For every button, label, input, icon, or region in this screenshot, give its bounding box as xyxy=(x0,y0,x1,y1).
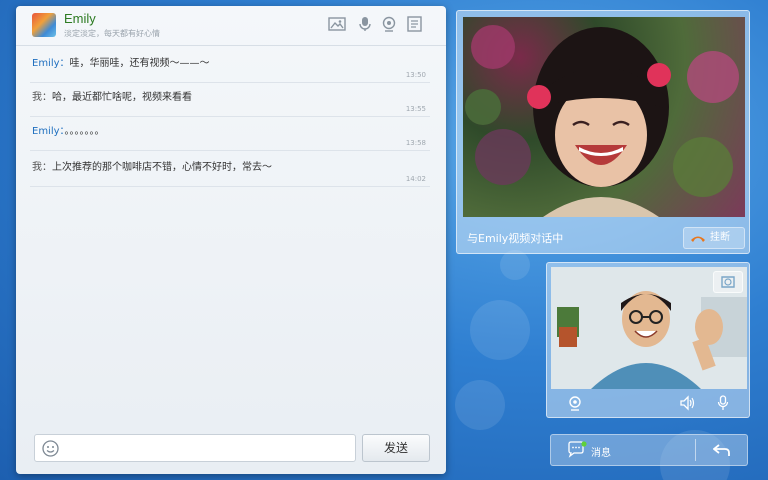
remote-video-panel: 与Emily视频对话中 挂断 xyxy=(456,10,750,254)
message-text: 哈，最近都忙啥呢，视频来看看 xyxy=(52,92,192,103)
local-video-panel xyxy=(546,262,750,418)
message-sender: 我 xyxy=(32,92,42,103)
chat-bubble-icon xyxy=(568,441,587,458)
hangup-label: 挂断 xyxy=(710,232,730,243)
bokeh-decoration xyxy=(455,380,505,430)
send-button[interactable]: 发送 xyxy=(362,434,430,462)
contact-signature: 淡定淡定，每天都有好心情 xyxy=(64,29,160,38)
webcam-icon[interactable] xyxy=(380,16,398,32)
messages-label: 消息 xyxy=(591,448,611,459)
speaker-icon[interactable] xyxy=(679,395,695,411)
message-input[interactable] xyxy=(34,434,356,462)
message-text: 上次推荐的那个咖啡店不错，心情不好时，常去～ xyxy=(52,162,272,173)
messages-button[interactable]: 消息 xyxy=(551,435,695,465)
local-video-feed xyxy=(551,267,747,389)
microphone-icon[interactable] xyxy=(356,16,374,32)
bokeh-decoration xyxy=(500,250,530,280)
message-sender: Emily xyxy=(32,58,60,69)
call-status-text: 与Emily视频对话中 xyxy=(467,232,564,245)
message-text: 。。。。。。。 xyxy=(64,126,105,137)
chat-panel: Emily 淡定淡定，每天都有好心情 Emily：哇，华丽哇，还有视频～——～ … xyxy=(16,6,446,474)
chat-header: Emily 淡定淡定，每天都有好心情 xyxy=(16,6,446,46)
sender-colon: ： xyxy=(42,92,52,103)
message-text: 哇，华丽哇，还有视频～——～ xyxy=(69,58,210,69)
webcam-icon[interactable] xyxy=(567,395,583,411)
bottom-bar: 消息 xyxy=(550,434,748,466)
message-item: Emily：。。。。。。。 13:58 xyxy=(30,114,430,151)
back-arrow-icon xyxy=(713,444,730,456)
avatar[interactable] xyxy=(32,13,56,37)
message-time: 13:50 xyxy=(405,71,426,79)
message-sender: Emily xyxy=(32,126,60,137)
message-sender: 我 xyxy=(32,162,42,173)
back-button[interactable] xyxy=(697,435,747,465)
microphone-icon[interactable] xyxy=(715,395,731,411)
message-item: 我：上次推荐的那个咖啡店不错，心情不好时，常去～ 14:02 xyxy=(30,150,430,187)
contact-name[interactable]: Emily xyxy=(64,11,96,26)
hangup-button[interactable]: 挂断 xyxy=(683,227,745,249)
expand-icon xyxy=(721,276,735,288)
document-icon[interactable] xyxy=(406,16,424,32)
message-time: 13:55 xyxy=(405,105,426,113)
divider xyxy=(695,439,696,461)
message-item: 我：哈，最近都忙啥呢，视频来看看 13:55 xyxy=(30,80,430,117)
bokeh-decoration xyxy=(470,300,530,360)
message-item: Emily：哇，华丽哇，还有视频～——～ 13:50 xyxy=(30,46,430,83)
image-icon[interactable] xyxy=(328,16,346,32)
sender-colon: ： xyxy=(42,162,52,173)
message-time: 14:02 xyxy=(405,175,426,183)
sender-colon: ： xyxy=(59,58,70,69)
expand-button[interactable] xyxy=(713,271,743,293)
remote-video-feed xyxy=(463,17,745,217)
message-time: 13:58 xyxy=(405,139,426,147)
phone-hangup-icon xyxy=(691,236,705,242)
remote-person-image xyxy=(465,25,739,217)
emoji-icon[interactable] xyxy=(42,440,59,457)
